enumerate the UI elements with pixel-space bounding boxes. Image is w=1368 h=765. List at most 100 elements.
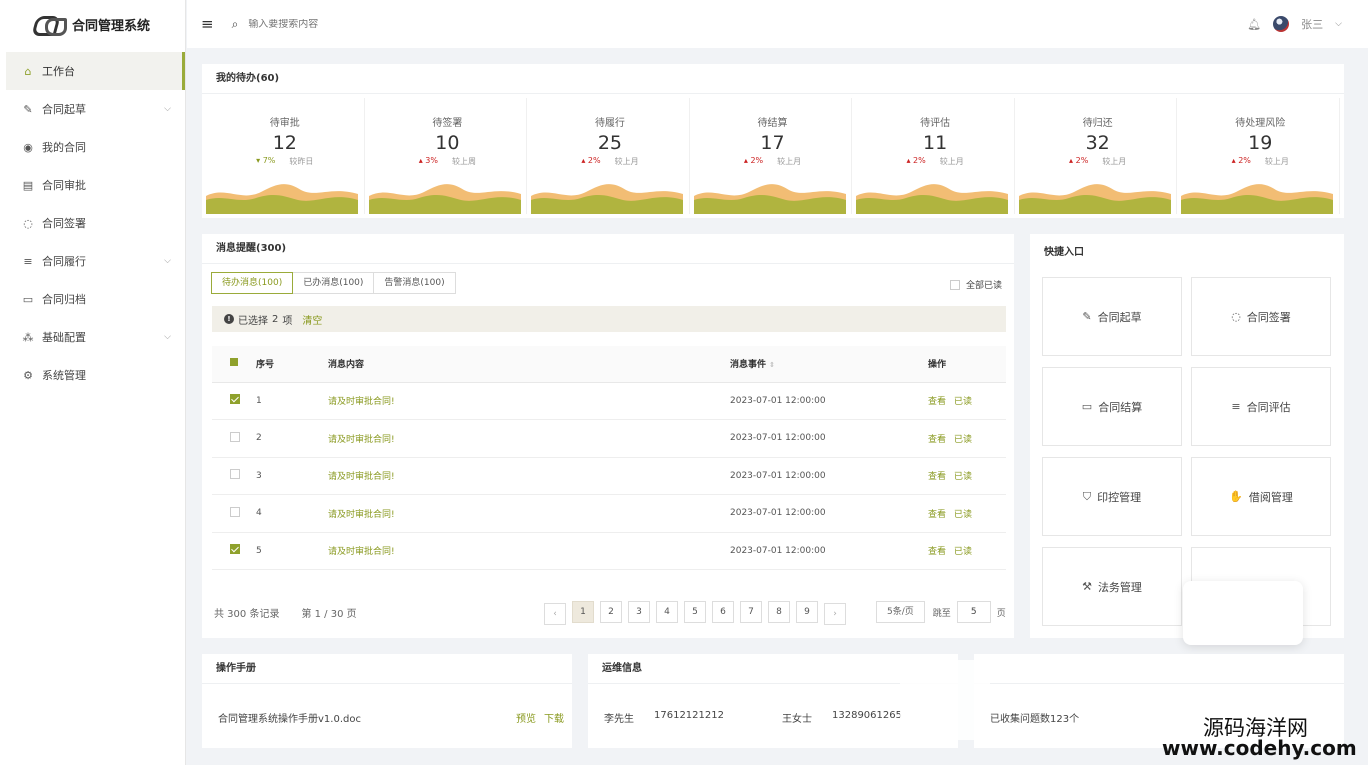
- page-button[interactable]: 2: [600, 601, 622, 623]
- table-row[interactable]: 5 请及时审批合同! 2023-07-01 12:00:00 查看 已读: [212, 532, 1006, 570]
- trend-compare: 较上月: [1102, 157, 1127, 166]
- user-name[interactable]: 张三: [1301, 16, 1323, 32]
- avatar[interactable]: [1273, 16, 1290, 32]
- row-checkbox[interactable]: [230, 544, 240, 555]
- row-checkbox[interactable]: [230, 506, 240, 517]
- next-page-button[interactable]: ›: [824, 603, 846, 625]
- page-button[interactable]: 9: [796, 601, 818, 623]
- message-link[interactable]: 请及时审批合同!: [328, 472, 395, 482]
- header-time-label: 消息事件: [730, 360, 767, 371]
- jump-page-input[interactable]: [956, 601, 991, 623]
- table-row[interactable]: 3 请及时审批合同! 2023-07-01 12:00:00 查看 已读: [212, 457, 1006, 495]
- sidebar-item-archive[interactable]: ▭ 合同归档: [0, 280, 185, 318]
- tab-alert-messages[interactable]: 告警消息(100): [373, 272, 456, 294]
- quick-entry-button[interactable]: ▭ 合同结算: [1042, 367, 1182, 446]
- quick-entry-button[interactable]: ✋ 借阅管理: [1191, 457, 1331, 536]
- table-header-row: 序号 消息内容 消息事件 ⇕ 操作: [212, 346, 1006, 383]
- sidebar-item-label: 合同审批: [42, 179, 86, 192]
- table-row[interactable]: 2 请及时审批合同! 2023-07-01 12:00:00 查看 已读: [212, 419, 1006, 458]
- todo-card[interactable]: 待评估 11 ▴ 2% 较上月: [856, 98, 1015, 214]
- row-checkbox[interactable]: [230, 431, 240, 442]
- sidebar-item-sign[interactable]: ◌ 合同签署: [0, 204, 185, 242]
- search-icon[interactable]: ⌕: [232, 17, 239, 32]
- chevron-down-icon[interactable]: ⌵: [1335, 19, 1342, 29]
- sidebar-item-system[interactable]: ⚙ 系统管理: [0, 356, 185, 394]
- row-checkbox[interactable]: [230, 394, 240, 405]
- manual-download-link[interactable]: 下载: [544, 710, 564, 725]
- mark-read-link[interactable]: 已读: [954, 472, 972, 482]
- floating-widget[interactable]: [1183, 581, 1303, 645]
- chevron-down-icon: ⌵: [164, 332, 171, 342]
- view-link[interactable]: 查看: [928, 472, 946, 482]
- sort-icon[interactable]: ⇕: [769, 361, 775, 369]
- bell-icon[interactable]: 🔔︎: [1247, 18, 1261, 31]
- sidebar-item-my-contracts[interactable]: ◉ 我的合同: [0, 128, 185, 166]
- page-button[interactable]: 6: [712, 601, 734, 623]
- todo-card[interactable]: 待履行 25 ▴ 2% 较上月: [531, 98, 690, 214]
- view-link[interactable]: 查看: [928, 547, 946, 557]
- message-link[interactable]: 请及时审批合同!: [328, 435, 395, 445]
- select-all-checkbox[interactable]: [230, 358, 238, 367]
- sidebar-item-workbench[interactable]: ⌂ 工作台: [6, 52, 185, 90]
- view-link[interactable]: 查看: [928, 510, 946, 520]
- message-link[interactable]: 请及时审批合同!: [328, 547, 395, 557]
- page-button[interactable]: 1: [572, 601, 594, 623]
- read-all-checkbox[interactable]: [949, 279, 960, 290]
- quick-entry-button[interactable]: ⚒ 法务管理: [1042, 547, 1182, 626]
- mark-read-link[interactable]: 已读: [954, 547, 972, 557]
- todo-card[interactable]: 待签署 10 ▴ 3% 较上周: [368, 98, 528, 214]
- search-input[interactable]: [248, 18, 549, 30]
- mark-read-link[interactable]: 已读: [954, 435, 972, 445]
- sidebar-item-draft[interactable]: ✎ 合同起草 ⌵: [0, 90, 185, 128]
- quick-entry-button[interactable]: ≡ 合同评估: [1191, 367, 1331, 446]
- message-link[interactable]: 请及时审批合同!: [328, 510, 395, 520]
- trend-compare: 较上月: [777, 157, 802, 166]
- header-time[interactable]: 消息事件 ⇕: [730, 346, 928, 383]
- tab-pending-messages[interactable]: 待办消息(100): [211, 272, 294, 294]
- prev-page-button[interactable]: ‹: [544, 603, 566, 625]
- sidebar-item-perform[interactable]: ≡ 合同履行 ⌵: [0, 242, 185, 280]
- arrow-up-icon: ▴: [1231, 156, 1236, 165]
- page-button[interactable]: 5: [684, 601, 706, 623]
- mark-read-link[interactable]: 已读: [954, 510, 972, 520]
- sidebar-item-config[interactable]: ⁂ 基础配置 ⌵: [0, 318, 185, 356]
- row-checkbox[interactable]: [230, 469, 240, 480]
- hamburger-menu-icon[interactable]: ≡: [201, 15, 214, 33]
- tab-done-messages[interactable]: 已办消息(100): [292, 272, 375, 294]
- row-time: 2023-07-01 12:00:00: [730, 494, 928, 533]
- quick-entry-button[interactable]: ⛉ 印控管理: [1042, 457, 1182, 536]
- quick-entry-button[interactable]: ◌ 合同签署: [1191, 277, 1331, 356]
- view-link[interactable]: 查看: [928, 435, 946, 445]
- manual-preview-link[interactable]: 预览: [516, 710, 536, 725]
- ops-contact-phone: 17612121212: [654, 710, 724, 721]
- quick-entry-button[interactable]: ✎ 合同起草: [1042, 277, 1182, 356]
- todo-label: 待处理风险: [1235, 118, 1286, 129]
- page-button[interactable]: 8: [768, 601, 790, 623]
- clear-selection-link[interactable]: 清空: [302, 312, 322, 327]
- row-no: 2: [256, 419, 328, 458]
- trend-value: 2%: [587, 156, 601, 165]
- view-link[interactable]: 查看: [928, 397, 946, 407]
- row-time: 2023-07-01 12:00:00: [730, 532, 928, 570]
- todo-card[interactable]: 待结算 17 ▴ 2% 较上月: [693, 98, 853, 214]
- sidebar-item-approval[interactable]: ▤ 合同审批: [0, 166, 185, 204]
- message-tabs: 待办消息(100) 已办消息(100) 告警消息(100): [211, 272, 456, 294]
- page-button[interactable]: 7: [740, 601, 762, 623]
- table-row[interactable]: 4 请及时审批合同! 2023-07-01 12:00:00 查看 已读: [212, 494, 1006, 533]
- todo-label: 待归还: [1082, 118, 1113, 129]
- todo-card[interactable]: 待处理风险 19 ▴ 2% 较上月: [1181, 98, 1341, 214]
- message-link[interactable]: 请及时审批合同!: [328, 397, 395, 407]
- todo-card[interactable]: 待审批 12 ▾ 7% 较昨日: [206, 98, 365, 214]
- page-size-select[interactable]: 5条/页: [876, 601, 925, 623]
- page-buttons: 123456789: [572, 601, 824, 623]
- app-logo[interactable]: 合同管理系统: [0, 0, 185, 48]
- quick-entry-title: 快捷入口: [1044, 247, 1084, 258]
- mark-read-link[interactable]: 已读: [954, 397, 972, 407]
- page-button[interactable]: 4: [656, 601, 678, 623]
- todo-card[interactable]: 待归还 32 ▴ 2% 较上月: [1018, 98, 1178, 214]
- trend-value: 2%: [750, 156, 764, 165]
- read-all-toggle[interactable]: 全部已读: [949, 278, 1002, 291]
- page-button[interactable]: 3: [628, 601, 650, 623]
- table-row[interactable]: 1 请及时审批合同! 2023-07-01 12:00:00 查看 已读: [212, 382, 1006, 420]
- wave-chart: [531, 184, 684, 214]
